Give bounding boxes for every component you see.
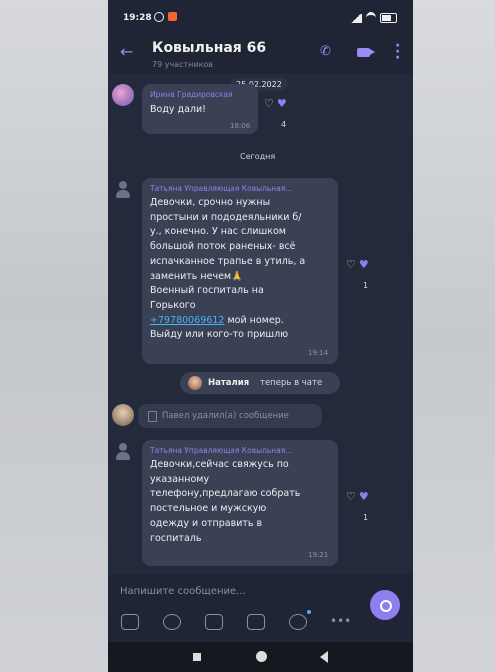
phone-call-icon[interactable]: ✆ <box>320 44 331 59</box>
recent-apps-icon[interactable] <box>193 653 201 661</box>
joined-text: теперь в чате <box>260 378 323 388</box>
heart-outline-icon[interactable]: ♡ <box>346 258 356 271</box>
message-line: +79780069612 мой номер. <box>150 314 334 329</box>
message-line: большой поток раненых- всё <box>150 241 296 253</box>
message-line: госпиталь <box>150 532 202 544</box>
back-icon[interactable] <box>320 651 328 663</box>
today-separator: Сегодня <box>240 152 276 161</box>
heart-outline-icon[interactable]: ♡ <box>346 490 356 503</box>
message-line: заменить нечем🙏 <box>150 270 243 282</box>
message-line: Горького <box>150 299 196 311</box>
message-line: испачканное трапье в утиль, а <box>150 255 306 267</box>
message-line: Девочки, срочно нужны <box>150 197 271 208</box>
reactions[interactable]: ♡ ♥ <box>264 97 287 110</box>
message-time: 19:21 <box>308 551 329 559</box>
timer-icon[interactable] <box>289 614 307 630</box>
background-blur-left <box>0 0 108 672</box>
heart-filled-icon[interactable]: ♥ <box>277 97 287 110</box>
sender-name[interactable]: Ирина Градировская <box>150 90 233 99</box>
emoji-icon[interactable] <box>163 614 181 630</box>
new-indicator-dot <box>307 610 311 614</box>
message-line: Военный госпиталь на <box>150 285 264 297</box>
home-icon[interactable] <box>256 651 267 662</box>
message-text: Девочки,сейчас свяжусь по указанному тел… <box>150 458 334 546</box>
heart-filled-icon[interactable]: ♥ <box>359 490 369 503</box>
back-arrow-icon[interactable]: ← <box>120 42 133 61</box>
message-text: Девочки, срочно нужны простыни и пододея… <box>150 196 334 343</box>
message-line: Девочки,сейчас свяжусь по <box>150 459 289 470</box>
message-time: 18:06 <box>230 122 251 130</box>
participants-count: 79 участников <box>152 60 214 69</box>
like-count: 1 <box>363 513 369 522</box>
status-icons-left <box>154 12 177 22</box>
avatar[interactable] <box>112 178 134 200</box>
phone-link[interactable]: +79780069612 <box>150 315 224 326</box>
message-fragment: мой номер. <box>227 314 284 326</box>
message-bubble[interactable]: Татьяна Управляющая Ковыльная... Девочки… <box>142 178 338 364</box>
chat-header: ← Ковыльная 66 79 участников ✆ · · · <box>108 30 413 74</box>
status-icons-right <box>350 12 397 24</box>
status-time: 19:28 <box>123 13 152 23</box>
avatar[interactable] <box>112 440 134 462</box>
trash-icon <box>148 411 157 422</box>
member-joined-notice[interactable]: Наталия теперь в чате <box>180 372 340 394</box>
message-input[interactable]: Напишите сообщение... <box>120 586 246 597</box>
like-count: 1 <box>363 281 369 290</box>
message-bubble[interactable]: Татьяна Управляющая Ковыльная... Девочки… <box>142 440 338 566</box>
more-vertical-icon[interactable]: · · · <box>395 39 400 65</box>
system-navigation-bar <box>108 642 413 672</box>
sticker-icon[interactable] <box>121 614 139 630</box>
sender-name[interactable]: Татьяна Управляющая Ковыльная... <box>150 446 292 455</box>
more-horizontal-icon[interactable]: ••• <box>330 614 351 628</box>
chat-title[interactable]: Ковыльная 66 <box>152 40 266 56</box>
video-call-icon[interactable] <box>357 48 375 57</box>
heart-outline-icon[interactable]: ♡ <box>264 97 274 110</box>
reactions[interactable]: ♡ ♥ <box>346 258 369 271</box>
message-line: у., конечно. У нас слишком <box>150 226 286 238</box>
avatar[interactable] <box>112 404 134 426</box>
message-text: Воду дали! <box>150 104 206 115</box>
deleted-message: Павел удалил(а) сообщение <box>138 404 322 428</box>
message-line: Выйду или кого-то пришлю <box>150 329 289 341</box>
message-line: телефону,предлагаю собрать <box>150 488 301 500</box>
message-line: одежду и отправить в <box>150 517 263 529</box>
message-line: постельное и мужскую <box>150 503 267 515</box>
notification-app-icon <box>168 12 177 21</box>
send-voice-icon[interactable] <box>370 590 400 620</box>
battery-icon <box>380 13 397 23</box>
phone-screen: 19:28 ← Ковыльная 66 79 участников ✆ · · ·… <box>108 0 413 672</box>
message-line: указанному <box>150 473 210 485</box>
sender-name[interactable]: Татьяна Управляющая Ковыльная... <box>150 184 292 193</box>
alarm-icon <box>154 12 164 22</box>
like-count: 4 <box>281 120 287 129</box>
avatar[interactable] <box>188 376 202 390</box>
background-blur-right <box>413 0 495 672</box>
heart-filled-icon[interactable]: ♥ <box>359 258 369 271</box>
joined-member-name[interactable]: Наталия <box>208 378 249 388</box>
camera-icon[interactable] <box>205 614 223 630</box>
message-line: простыни и пододеяльники б/ <box>150 211 302 223</box>
wifi-icon <box>366 12 376 24</box>
avatar[interactable] <box>112 84 134 106</box>
deleted-message-text: Павел удалил(а) сообщение <box>162 411 289 421</box>
composer: Напишите сообщение... ••• <box>108 574 413 642</box>
message-bubble[interactable]: Ирина Градировская Воду дали! 18:06 <box>142 84 258 134</box>
reactions[interactable]: ♡ ♥ <box>346 490 369 503</box>
signal-icon <box>350 13 362 23</box>
message-time: 19:14 <box>308 349 329 357</box>
gif-icon[interactable] <box>247 614 265 630</box>
